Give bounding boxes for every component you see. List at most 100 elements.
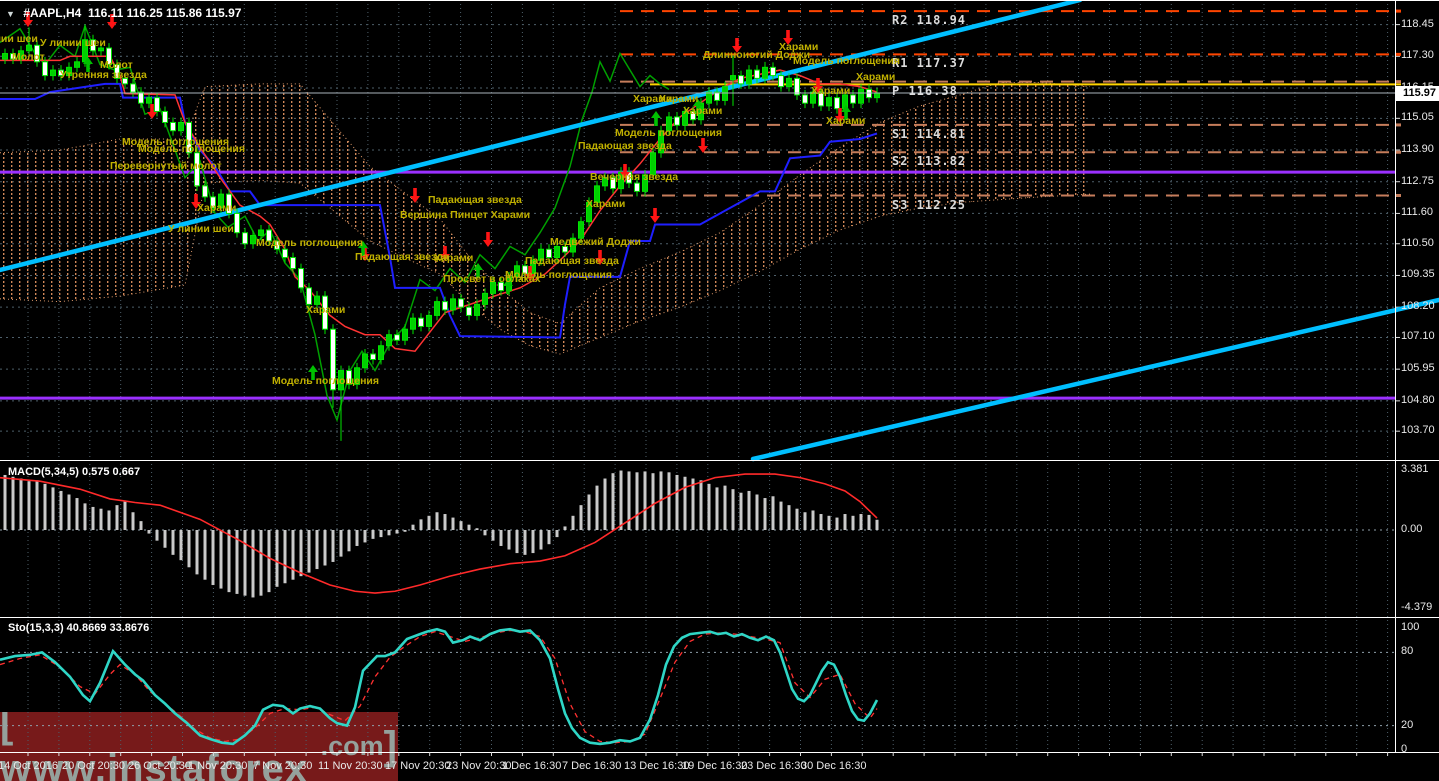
macd-histogram-bar [331,530,335,562]
macd-histogram-bar [419,519,423,530]
bull-candle [250,234,256,245]
bear-candle [522,265,528,275]
macd-histogram-bar [315,530,319,570]
macd-histogram-bar [555,530,559,538]
macd-histogram-bar [867,514,871,530]
bear-candle [346,370,352,385]
bull-candle [74,61,80,68]
ichimoku-cloud [0,82,1090,355]
macd-histogram-bar [651,473,655,530]
macd-histogram-bar [275,530,279,587]
sto-main-line [0,627,879,746]
macd-histogram-bar [579,505,583,530]
macd-histogram-bar [59,490,63,530]
macd-histogram-bar [107,510,111,530]
bull-candle [594,185,600,203]
bear-candle [850,94,856,104]
bear-candle [738,75,744,85]
macd-histogram-bar [779,501,783,530]
macd-histogram-bar [403,530,407,532]
bear-candle [90,39,96,52]
macd-histogram-bar [811,510,815,530]
bear-candle [242,232,248,245]
macd-histogram-bar [875,519,879,530]
chart-canvas[interactable] [0,0,1439,781]
macd-histogram-bar [851,515,855,530]
macd-histogram-bar [771,496,775,530]
bull-candle [658,130,664,154]
macd-signal-line [0,473,878,594]
macd-histogram-bar [355,530,359,546]
bull-candle [354,367,360,385]
macd-histogram-bar [667,472,671,530]
bull-candle [258,229,264,236]
bear-candle [154,97,160,112]
bear-candle [330,328,336,391]
macd-histogram-bar [707,483,711,530]
macd-histogram-bar [379,530,383,538]
bull-candle [650,152,656,176]
bear-candle [122,77,128,85]
bull-candle [538,248,544,261]
macd-histogram-bar [435,512,439,530]
bear-candle [186,121,192,154]
bear-candle [394,334,400,341]
bear-candle [866,88,872,99]
bull-candle [706,91,712,104]
macd-histogram-bar [387,530,391,536]
macd-histogram-bar [523,530,527,555]
macd-histogram-bar [299,530,303,577]
macd-histogram-bar [491,530,495,541]
bull-candle [490,281,496,294]
bull-candle [2,53,8,60]
macd-histogram-bar [715,487,719,530]
macd-histogram-bar [731,489,735,530]
bull-candle [482,292,488,305]
bull-candle [858,88,864,104]
macd-histogram-bar [683,476,687,530]
bear-candle [778,75,784,88]
macd-histogram-bar [539,530,543,550]
macd-histogram-bar [51,487,55,530]
macd-histogram-bar [211,530,215,586]
bear-candle [194,152,200,187]
bull-candle [98,47,104,52]
sell-arrow-icon [106,14,117,29]
macd-histogram-bar [619,470,623,530]
macd-histogram-bar [691,478,695,530]
macd-histogram-bar [507,530,511,550]
bull-candle [642,174,648,192]
bull-candle [362,353,368,369]
macd-histogram-bar [131,512,135,530]
bear-candle [130,83,136,93]
bull-candle [746,69,752,85]
macd-histogram-bar [699,480,703,530]
bear-candle [234,212,240,234]
macd-histogram-bar [291,530,295,580]
macd-histogram-bar [739,492,743,530]
macd-histogram-bar [163,530,167,548]
macd-histogram-bar [475,528,479,530]
macd-histogram-bar [27,481,31,530]
bear-candle [802,94,808,104]
macd-histogram-bar [75,498,79,530]
macd-histogram-bar [611,473,615,530]
macd-histogram-bar [339,530,343,557]
macd-histogram-bar [763,498,767,530]
bear-candle [202,185,208,198]
bear-candle [794,77,800,96]
bull-candle [402,328,408,341]
macd-histogram-bar [819,514,823,530]
macd-histogram-bar [643,471,647,530]
bull-candle [178,121,184,132]
macd-histogram-bar [67,494,71,530]
macd-histogram-bar [515,530,519,554]
macd-histogram-bar [323,530,327,566]
macd-histogram-bar [467,524,471,530]
macd-histogram-bar [787,505,791,530]
bear-candle [42,61,48,77]
macd-histogram-bar [243,530,247,596]
macd-histogram-bar [147,530,151,534]
bull-candle [26,44,32,52]
bull-candle [386,334,392,347]
